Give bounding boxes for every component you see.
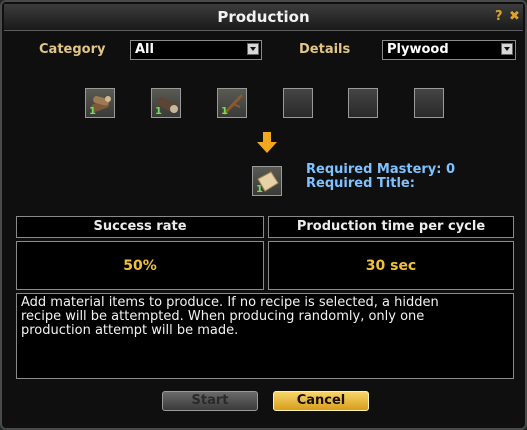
help-icon[interactable]: ? [495, 9, 503, 24]
category-label: Category [39, 42, 106, 57]
close-icon[interactable]: ✖ [509, 9, 520, 24]
material-qty: 1 [155, 106, 162, 117]
material-qty: 1 [89, 106, 96, 117]
details-label: Details [299, 42, 351, 57]
arrow-down-icon [257, 132, 277, 153]
description-text: Add material items to produce. If no rec… [16, 293, 514, 379]
material-slot-2[interactable]: 1 [151, 88, 181, 118]
production-time-header: Production time per cycle [268, 216, 514, 238]
material-slot-5[interactable] [348, 88, 378, 118]
material-slot-4[interactable] [283, 88, 313, 118]
success-rate-value: 50% [16, 241, 264, 290]
window-title: Production [217, 8, 310, 26]
required-mastery: Required Mastery: 0 [306, 162, 456, 177]
chevron-down-icon[interactable] [247, 43, 259, 55]
category-value: All [135, 42, 154, 57]
production-time-value: 30 sec [268, 241, 514, 290]
chevron-down-icon[interactable] [501, 43, 513, 55]
category-dropdown[interactable]: All [130, 40, 262, 60]
material-qty: 1 [221, 106, 228, 117]
success-rate-header: Success rate [16, 216, 264, 238]
result-qty: 1 [256, 184, 263, 195]
details-value: Plywood [387, 42, 449, 57]
title-bar[interactable]: Production ? ✖ [4, 4, 523, 31]
start-button[interactable]: Start [162, 391, 258, 411]
required-title: Required Title: [306, 176, 415, 191]
material-slot-6[interactable] [414, 88, 444, 118]
details-dropdown[interactable]: Plywood [382, 40, 516, 60]
result-slot[interactable]: 1 [252, 166, 282, 196]
requirements: Required Mastery: 0 Required Title: [306, 163, 455, 191]
production-window: Production ? ✖ Category All Details Plyw… [0, 0, 527, 430]
material-slot-1[interactable]: 1 [85, 88, 115, 118]
cancel-button[interactable]: Cancel [273, 391, 369, 411]
material-slot-3[interactable]: 1 [217, 88, 247, 118]
